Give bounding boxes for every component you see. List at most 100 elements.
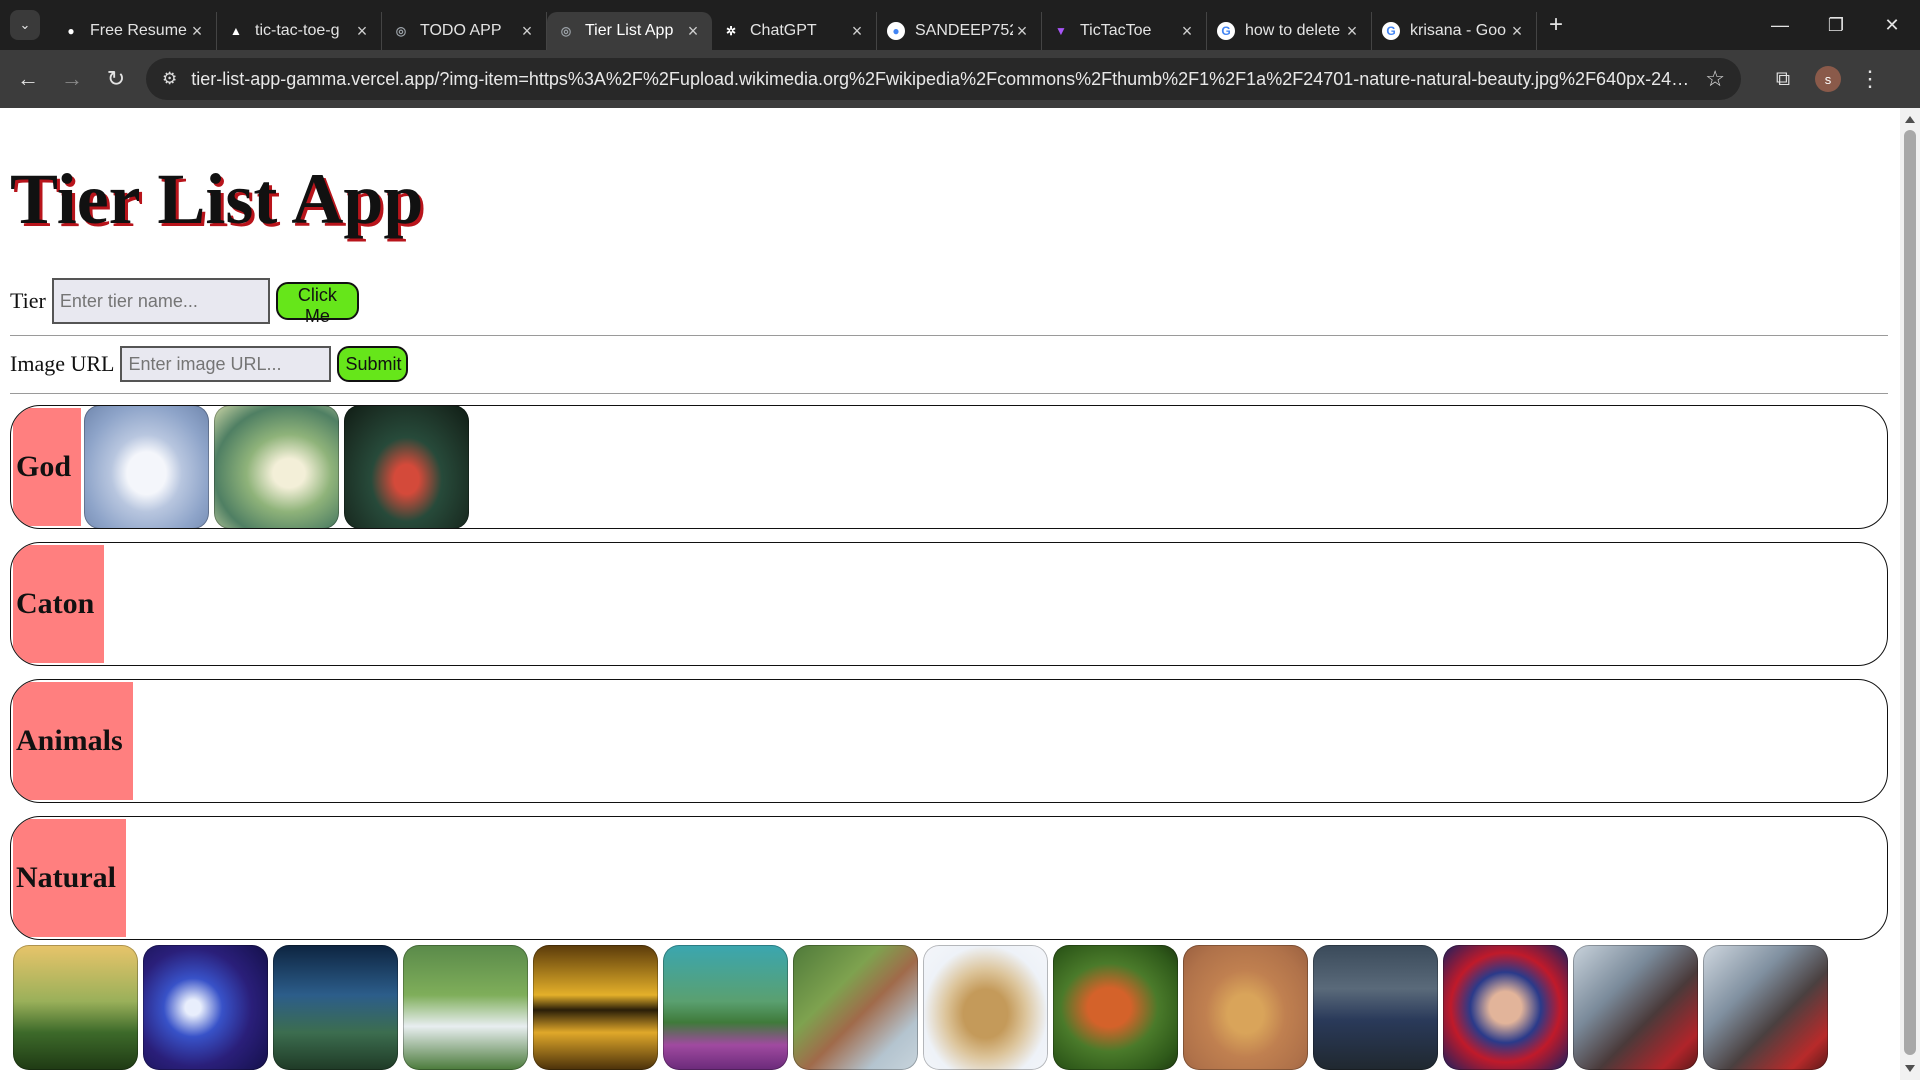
add-tier-button[interactable]: Click Me (275, 282, 359, 326)
lake-pier-night-image[interactable] (273, 945, 398, 1070)
window-controls: — ❐ ✕ (1752, 15, 1920, 36)
page-title: Tier List App (10, 159, 424, 239)
browser-tab[interactable]: ● Free Resume × (52, 12, 217, 50)
tab-title: Tier List App (585, 22, 674, 39)
leopard-image[interactable] (1183, 945, 1308, 1070)
tier-form: Tier Click Me (10, 278, 359, 326)
restore-icon[interactable]: ❐ (1808, 15, 1864, 36)
divider (10, 393, 1888, 394)
golden-tree-reflection-image[interactable] (533, 945, 658, 1070)
captain-america-3-image[interactable] (1703, 945, 1828, 1070)
tier-label: God (13, 408, 82, 526)
tab-close-icon[interactable]: × (518, 21, 536, 42)
tier-row[interactable]: Natural (10, 816, 1888, 940)
tab-favicon-icon: G (1217, 22, 1235, 40)
tab-close-icon[interactable]: × (1508, 21, 1526, 42)
krishna-painting-image[interactable] (214, 406, 340, 528)
scroll-up-arrow-icon[interactable] (1905, 116, 1915, 123)
tab-close-icon[interactable]: × (1343, 21, 1361, 42)
captain-america-1-image[interactable] (1313, 945, 1438, 1070)
page-scrollbar[interactable] (1900, 108, 1920, 1080)
tier-drop-zone[interactable] (126, 817, 129, 939)
captain-america-2-image[interactable] (1573, 945, 1698, 1070)
tab-title: how to delete (1245, 22, 1341, 39)
purple-field-tree-image[interactable] (663, 945, 788, 1070)
new-tab-plus-icon[interactable]: + (1549, 11, 1563, 39)
tab-favicon-icon: ✲ (725, 24, 737, 38)
tab-close-icon[interactable]: × (684, 21, 702, 42)
site-info-icon[interactable]: ⚙ (162, 69, 177, 89)
address-url[interactable]: tier-list-app-gamma.vercel.app/?img-item… (191, 69, 1693, 90)
squirrel-image[interactable] (1053, 945, 1178, 1070)
reload-icon[interactable]: ↻ (94, 66, 138, 92)
tier-drop-zone[interactable] (133, 680, 136, 802)
browser-tab[interactable]: ● SANDEEP752 × (877, 12, 1042, 50)
tab-favicon-icon: ● (887, 22, 905, 40)
sunset-tree-image[interactable] (13, 945, 138, 1070)
forward-arrow-icon[interactable]: → (50, 66, 94, 92)
tier-label: Caton (13, 545, 105, 663)
chris-evans-image[interactable] (1443, 945, 1568, 1070)
page-viewport: Tier List App Tier Click Me Image URL Su… (0, 108, 1900, 1080)
scrollbar-thumb[interactable] (1904, 130, 1916, 1055)
tier-row[interactable]: God (10, 405, 1888, 529)
tier-drop-zone[interactable] (81, 406, 470, 528)
browser-tab[interactable]: ▲ tic-tac-toe-g × (217, 12, 382, 50)
tab-title: SANDEEP752 (915, 22, 1013, 39)
tab-search-chevron-icon[interactable]: ⌄ (10, 10, 40, 40)
back-arrow-icon[interactable]: ← (6, 66, 50, 92)
tier-label: Animals (13, 682, 133, 800)
tab-favicon-icon: ◎ (395, 24, 407, 38)
bookmark-star-icon[interactable]: ☆ (1705, 66, 1725, 92)
tab-close-icon[interactable]: × (1013, 21, 1031, 42)
tab-title: ChatGPT (750, 22, 817, 39)
submit-image-button[interactable]: Submit (337, 346, 409, 382)
tier-row[interactable]: Animals (10, 679, 1888, 803)
tab-favicon-icon: ● (67, 24, 75, 38)
tier-label: Natural (13, 819, 126, 937)
tier-name-input[interactable] (51, 278, 270, 324)
tab-title: TODO APP (420, 22, 502, 39)
browser-toolbar: ← → ↻ ⚙ tier-list-app-gamma.vercel.app/?… (0, 50, 1920, 108)
wooden-walkway-image[interactable] (793, 945, 918, 1070)
tab-close-icon[interactable]: × (353, 21, 371, 42)
extensions-puzzle-icon[interactable]: ⧉ (1761, 68, 1805, 91)
tab-close-icon[interactable]: × (1178, 21, 1196, 42)
tier-list: God Caton Animals Natural (10, 405, 1888, 953)
iron-man-image[interactable] (143, 945, 268, 1070)
kebab-menu-icon[interactable]: ⋮ (1859, 66, 1881, 92)
browser-tab[interactable]: Ghow to delete × (1207, 12, 1372, 50)
close-window-icon[interactable]: ✕ (1864, 15, 1920, 36)
address-bar[interactable]: ⚙ tier-list-app-gamma.vercel.app/?img-it… (146, 58, 1741, 100)
browser-tab[interactable]: Gkrisana - Goo × (1372, 12, 1537, 50)
image-form: Image URL Submit (10, 346, 409, 382)
flower-stream-image[interactable] (403, 945, 528, 1070)
minimize-icon[interactable]: — (1752, 15, 1808, 36)
browser-tab[interactable]: ✲ ChatGPT × (712, 12, 877, 50)
tier-drop-zone[interactable] (104, 543, 107, 665)
tab-favicon-icon: ▲ (230, 24, 242, 38)
shiva-statue-image[interactable] (84, 406, 210, 528)
tier-row[interactable]: Caton (10, 542, 1888, 666)
tier-label: Tier (10, 288, 46, 313)
tab-favicon-icon: G (1382, 22, 1400, 40)
scroll-down-arrow-icon[interactable] (1905, 1065, 1915, 1072)
divider (10, 335, 1888, 336)
image-url-label: Image URL (10, 351, 115, 376)
tab-title: krisana - Goo (1410, 22, 1507, 39)
radha-krishna-dolls-image[interactable] (344, 406, 470, 528)
tab-favicon-icon: ▼ (1055, 24, 1067, 38)
tab-strip: ● Free Resume × ▲ tic-tac-toe-g × ◎ TODO APP × ◎ T… (52, 0, 1537, 50)
browser-tab[interactable]: ▼ TicTacToe × (1042, 12, 1207, 50)
lioness-image[interactable] (923, 945, 1048, 1070)
tab-close-icon[interactable]: × (188, 21, 206, 42)
image-url-input[interactable] (120, 346, 332, 382)
unranked-image-pool (13, 945, 1828, 1070)
tab-title: TicTacToe (1080, 22, 1152, 39)
tab-title: tic-tac-toe-g (255, 22, 340, 39)
browser-tab[interactable]: ◎ Tier List App × (547, 12, 712, 50)
tab-close-icon[interactable]: × (848, 21, 866, 42)
browser-tab-bar: ⌄ ● Free Resume × ▲ tic-tac-toe-g × ◎ TODO APP ×… (0, 0, 1920, 50)
browser-tab[interactable]: ◎ TODO APP × (382, 12, 547, 50)
profile-avatar[interactable]: s (1815, 66, 1841, 92)
